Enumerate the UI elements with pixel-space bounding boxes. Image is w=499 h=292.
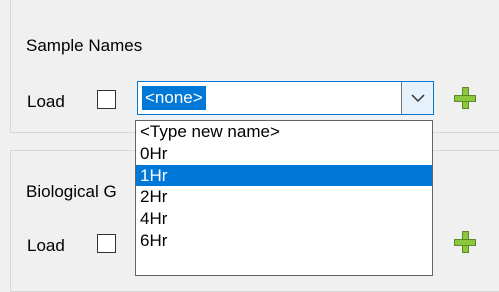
sample-names-title: Sample Names: [26, 36, 143, 55]
dropdown-option-type-new-name[interactable]: <Type new name>: [136, 121, 432, 143]
add-sample-name-plus-icon[interactable]: [454, 87, 476, 109]
add-biological-group-plus-icon[interactable]: [454, 231, 476, 253]
biological-groups-load-label: Load: [27, 236, 65, 255]
biological-groups-title: Biological G: [26, 182, 117, 201]
combo-dropdown-button[interactable]: [401, 82, 433, 114]
sample-names-load-label: Load: [27, 92, 65, 111]
dropdown-option-0hr[interactable]: 0Hr: [136, 143, 432, 165]
sample-names-load-checkbox[interactable]: [97, 90, 116, 109]
biological-groups-load-checkbox[interactable]: [97, 234, 116, 253]
combo-selected-value: <none>: [142, 86, 206, 110]
sample-names-dropdown-list: <Type new name> 0Hr 1Hr 2Hr 4Hr 6Hr: [135, 120, 433, 276]
dropdown-option-2hr[interactable]: 2Hr: [136, 186, 432, 208]
dropdown-option-6hr[interactable]: 6Hr: [136, 230, 432, 252]
dropdown-option-1hr[interactable]: 1Hr: [136, 164, 432, 187]
dropdown-option-4hr[interactable]: 4Hr: [136, 208, 432, 230]
sample-names-combobox[interactable]: <none>: [137, 81, 434, 115]
chevron-down-icon: [410, 94, 425, 103]
